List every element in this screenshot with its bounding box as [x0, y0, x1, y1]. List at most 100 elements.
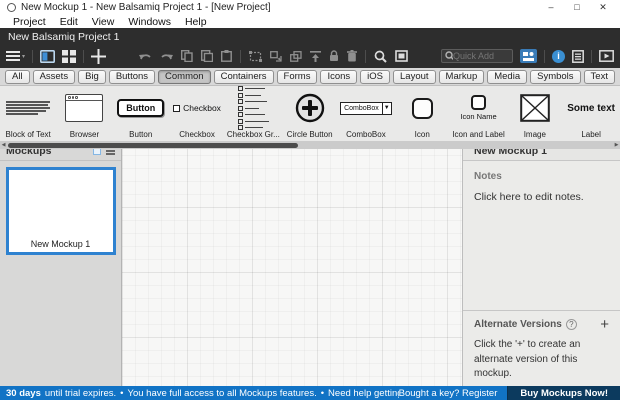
status-bar: 30 days until trial expires. • You have … — [0, 386, 620, 400]
help-link[interactable]: Need help getting started? — [328, 388, 399, 399]
library-item-circle-button[interactable]: Circle Button — [281, 86, 337, 141]
tab-media[interactable]: Media — [487, 69, 528, 84]
help-icon[interactable]: ? — [565, 319, 577, 330]
notes-label: Notes — [474, 171, 502, 182]
library-scrollbar[interactable]: ◀ ▶ — [0, 141, 620, 149]
balsamiq-window: New Mockup 1 - New Balsamiq Project 1 - … — [0, 0, 620, 400]
mockup-canvas[interactable] — [122, 142, 462, 386]
window-title: New Mockup 1 - New Balsamiq Project 1 - … — [21, 2, 271, 13]
toolbar-divider — [240, 49, 241, 63]
scroll-left-icon[interactable]: ◀ — [0, 141, 7, 149]
actual-size-icon[interactable] — [395, 50, 408, 62]
scroll-right-icon[interactable]: ▶ — [613, 141, 620, 149]
toolbar-divider — [32, 49, 34, 63]
add-mockup-icon[interactable] — [91, 48, 107, 64]
tab-big[interactable]: Big — [78, 69, 106, 84]
trial-text: until trial expires. — [44, 387, 117, 399]
paste-icon[interactable] — [221, 50, 232, 62]
mockup-thumbnail-label: New Mockup 1 — [30, 239, 91, 249]
access-message: You have full access to all Mockups feat… — [127, 387, 317, 399]
minimize-button[interactable]: – — [538, 2, 564, 13]
tab-icons[interactable]: Icons — [320, 69, 358, 84]
menu-windows[interactable]: Windows — [121, 16, 178, 28]
library-item-checkbox[interactable]: Checkbox Checkbox — [169, 86, 225, 141]
tab-text[interactable]: Text — [583, 69, 615, 84]
toolbar-divider — [365, 49, 366, 63]
tab-common[interactable]: Common — [158, 69, 211, 84]
toolbar-divider — [544, 49, 545, 63]
lock-icon[interactable] — [329, 50, 339, 62]
browser-window-icon — [65, 94, 104, 122]
library-item-icon[interactable]: Icon — [394, 86, 450, 141]
combobox-icon: ComboBox ▼ — [340, 101, 392, 115]
main-toolbar: New Balsamiq Project 1 ▾ Quick Add i — [0, 28, 620, 68]
copy-icon[interactable] — [181, 50, 193, 62]
tab-all[interactable]: All — [5, 69, 30, 84]
add-alternate-icon[interactable]: + — [600, 317, 609, 332]
tab-symbols[interactable]: Symbols — [530, 69, 581, 84]
notes-panel-icon[interactable] — [572, 49, 584, 63]
duplicate-icon[interactable] — [201, 50, 213, 62]
group-icon[interactable] — [270, 50, 282, 62]
ui-library-strip: Block of Text Browser Button Button Chec… — [0, 86, 620, 149]
icon-shape — [471, 95, 487, 110]
alternate-versions-hint: Click the '+' to create an alternate ver… — [474, 339, 581, 379]
ui-library-toggle-icon[interactable] — [520, 49, 537, 63]
library-item-button[interactable]: Button Button — [113, 86, 169, 141]
trial-days: 30 days — [6, 387, 41, 399]
library-item-browser[interactable]: Browser — [56, 86, 112, 141]
redo-icon[interactable] — [160, 51, 173, 62]
notes-section: Notes Click here to edit notes. — [463, 161, 620, 310]
library-item-block-of-text[interactable]: Block of Text — [0, 86, 56, 141]
scrollbar-thumb[interactable] — [8, 142, 298, 148]
align-icon[interactable] — [310, 50, 321, 62]
toolbar-divider — [591, 49, 592, 63]
library-item-checkbox-group[interactable]: Checkbox Gr... — [225, 86, 281, 141]
library-category-tabs: All Assets Big Buttons Common Containers… — [0, 68, 620, 86]
single-panel-view-icon[interactable] — [40, 49, 56, 63]
tab-ios[interactable]: iOS — [360, 69, 391, 84]
maximize-button[interactable]: □ — [564, 2, 590, 13]
mockups-sidebar: Mockups New Mockup 1 — [0, 142, 122, 386]
menu-edit[interactable]: Edit — [53, 16, 85, 28]
icon-shape — [411, 97, 433, 119]
toolbar-divider — [83, 49, 85, 63]
undo-icon[interactable] — [139, 51, 152, 62]
project-info-icon[interactable]: i — [552, 49, 565, 63]
register-link[interactable]: Bought a key? Register — [399, 388, 498, 399]
library-item-icon-and-label[interactable]: Icon Name Icon and Label — [450, 86, 506, 141]
close-button[interactable]: ✕ — [590, 2, 616, 13]
buy-mockups-button[interactable]: Buy Mockups Now! — [507, 386, 620, 400]
present-fullscreen-icon[interactable] — [599, 50, 614, 62]
delete-icon[interactable] — [347, 50, 357, 62]
title-bar: New Mockup 1 - New Balsamiq Project 1 - … — [0, 0, 620, 15]
inspector-panel: New Mockup 1 Notes Click here to edit no… — [462, 142, 620, 386]
menu-help[interactable]: Help — [178, 16, 214, 28]
bullet-separator: • — [120, 387, 124, 399]
image-placeholder-icon — [520, 94, 550, 122]
project-name: New Balsamiq Project 1 — [8, 31, 120, 43]
tab-containers[interactable]: Containers — [213, 69, 274, 84]
alternate-versions-title: Alternate Versions — [474, 319, 562, 330]
tab-buttons[interactable]: Buttons — [108, 69, 156, 84]
tab-forms[interactable]: Forms — [276, 69, 318, 84]
mockup-thumbnail[interactable]: New Mockup 1 — [5, 167, 116, 255]
tab-assets[interactable]: Assets — [32, 69, 76, 84]
bring-forward-icon[interactable] — [290, 50, 302, 62]
zoom-icon[interactable] — [374, 50, 387, 63]
quick-add-input[interactable] — [453, 51, 509, 61]
transform-icon[interactable] — [249, 50, 262, 62]
library-item-image[interactable]: Image — [507, 86, 563, 141]
tab-markup[interactable]: Markup — [438, 69, 485, 84]
library-item-combobox[interactable]: ComboBox ▼ ComboBox — [338, 86, 394, 141]
button-icon: Button — [117, 99, 165, 117]
bullet-separator: • — [320, 387, 325, 399]
library-item-label[interactable]: Some text Label — [563, 86, 619, 141]
notes-placeholder[interactable]: Click here to edit notes. — [474, 191, 609, 203]
tab-layout[interactable]: Layout — [393, 69, 436, 84]
hamburger-menu-icon[interactable]: ▾ — [6, 50, 25, 62]
quick-add-box[interactable] — [441, 49, 513, 63]
menu-view[interactable]: View — [85, 16, 122, 28]
grid-view-icon[interactable] — [62, 49, 77, 63]
menu-project[interactable]: Project — [6, 16, 53, 28]
